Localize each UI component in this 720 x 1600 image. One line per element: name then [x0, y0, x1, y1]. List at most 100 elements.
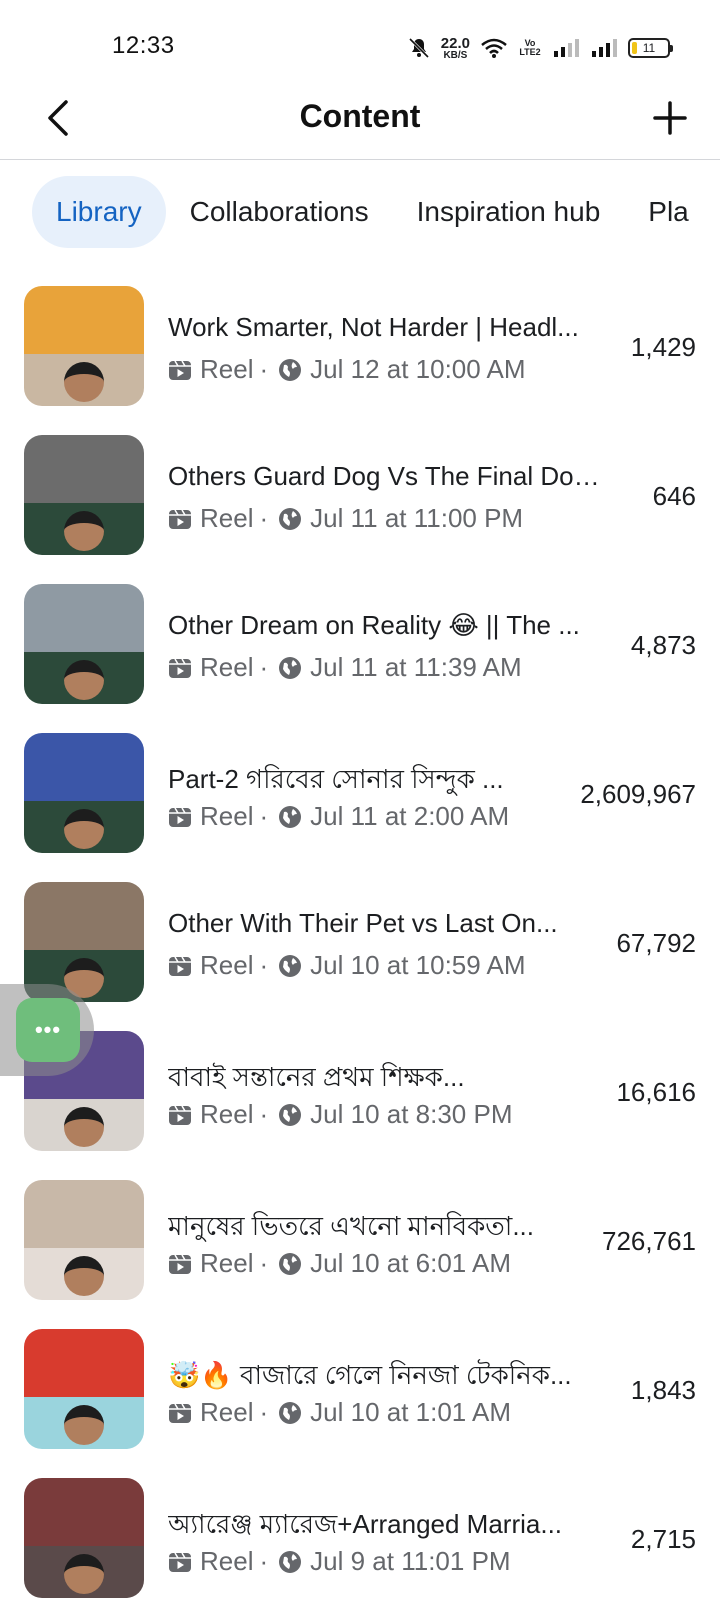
tab-library[interactable]: Library [32, 176, 166, 248]
content-meta: Reel · Jul 9 at 11:01 PM [168, 1546, 511, 1577]
content-count: 67,792 [616, 928, 696, 958]
reel-icon [169, 509, 191, 529]
content-date: Jul 11 at 11:39 AM [310, 652, 522, 682]
globe-icon [279, 1103, 302, 1126]
globe-icon [279, 1252, 302, 1275]
video-thumbnail[interactable] [24, 286, 144, 406]
content-row[interactable]: অ্যারেঞ্জ ম্যারেজ+Arranged Marria... Ree… [0, 1462, 720, 1600]
content-title: Part-2 গরিবের সোনার সিন্দুক ... [168, 764, 504, 794]
meta-separator: · [259, 801, 269, 831]
meta-separator: · [259, 1248, 269, 1278]
globe-icon [279, 358, 302, 381]
content-date: Jul 11 at 11:00 PM [310, 503, 524, 533]
content-type: Reel [200, 1099, 254, 1129]
content-date: Jul 12 at 10:00 AM [310, 354, 526, 384]
mute-bell-icon [408, 37, 429, 59]
content-title: Others Guard Dog Vs The Final Dog... [168, 461, 608, 491]
reel-icon [169, 956, 191, 976]
video-thumbnail[interactable] [24, 1180, 144, 1300]
content-type: Reel [200, 801, 254, 831]
reel-icon [169, 1403, 191, 1423]
signal-2-icon [592, 39, 617, 57]
content-meta: Reel · Jul 10 at 1:01 AM [168, 1397, 511, 1428]
reel-icon [169, 1105, 191, 1125]
net-speed: 22.0 KB/S [441, 36, 470, 61]
content-type: Reel [200, 652, 254, 682]
plus-icon [653, 101, 687, 135]
video-thumbnail[interactable] [24, 733, 144, 853]
content-row[interactable]: Work Smarter, Not Harder | Headl... Reel… [0, 270, 720, 422]
video-thumbnail[interactable] [24, 1329, 144, 1449]
content-type: Reel [200, 1397, 254, 1427]
signal-1-icon [554, 39, 579, 57]
content-row[interactable]: মানুষের ভিতরে এখনো মানবিকতা... Reel · Ju… [0, 1164, 720, 1316]
content-count: 2,715 [630, 1524, 696, 1554]
content-count: 646 [652, 481, 696, 511]
add-button[interactable] [648, 96, 692, 140]
content-type: Reel [200, 1248, 254, 1278]
battery-level: 11 [642, 41, 656, 55]
wifi-icon [481, 38, 507, 58]
content-title: অ্যারেঞ্জ ম্যারেজ+Arranged Marria... [168, 1509, 563, 1539]
content-meta: Reel · Jul 11 at 11:00 PM [168, 503, 523, 534]
content-meta: Reel · Jul 10 at 8:30 PM [168, 1099, 513, 1130]
globe-icon [279, 954, 302, 977]
content-type: Reel [200, 1546, 254, 1576]
net-speed-unit: KB/S [443, 49, 468, 61]
content-row[interactable]: 🤯🔥 বাজারে গেলে নিনজা টেকনিক... Reel · Ju… [0, 1313, 720, 1465]
content-count: 4,873 [630, 630, 696, 660]
content-date: Jul 9 at 11:01 PM [310, 1546, 511, 1576]
content-row[interactable]: Others Guard Dog Vs The Final Dog... Ree… [0, 419, 720, 571]
content-date: Jul 10 at 6:01 AM [310, 1248, 512, 1278]
content-meta: Reel · Jul 12 at 10:00 AM [168, 354, 526, 385]
reel-icon [169, 1254, 191, 1274]
globe-icon [279, 507, 302, 530]
meta-separator: · [259, 1099, 269, 1129]
reel-icon [169, 658, 191, 678]
content-row[interactable]: Other Dream on Reality 😂 || The ... Reel… [0, 568, 720, 720]
tab-collaborations[interactable]: Collaborations [166, 176, 393, 248]
content-title: Other Dream on Reality 😂 || The ... [168, 610, 580, 640]
globe-icon [279, 656, 302, 679]
meta-separator: · [259, 652, 269, 682]
content-meta: Reel · Jul 10 at 10:59 AM [168, 950, 526, 981]
globe-icon [279, 1550, 302, 1573]
content-row[interactable]: বাবাই সন্তানের প্রথম শিক্ষক... Reel · Ju… [0, 1015, 720, 1167]
content-type: Reel [200, 950, 254, 980]
content-meta: Reel · Jul 11 at 2:00 AM [168, 801, 509, 832]
tab-bar: Library Collaborations Inspiration hub P… [0, 176, 720, 248]
app-header: Content [0, 80, 720, 160]
meta-separator: · [259, 503, 269, 533]
status-icons: 22.0 KB/S Vo LTE2 11 [407, 30, 673, 66]
globe-icon [279, 1401, 302, 1424]
content-count: 726,761 [602, 1226, 696, 1256]
content-title: মানুষের ভিতরে এখনো মানবিকতা... [168, 1211, 534, 1241]
content-title: বাবাই সন্তানের প্রথম শিক্ষক... [168, 1062, 465, 1092]
tab-inspiration-hub[interactable]: Inspiration hub [393, 176, 625, 248]
net-speed-value: 22.0 [440, 34, 470, 52]
reel-icon [169, 1552, 191, 1572]
content-date: Jul 11 at 2:00 AM [310, 801, 510, 831]
battery-icon: 11 [628, 38, 673, 58]
meta-separator: · [259, 354, 269, 384]
video-thumbnail[interactable] [24, 1478, 144, 1598]
content-row[interactable]: Other With Their Pet vs Last On... Reel … [0, 866, 720, 1018]
reel-icon [169, 360, 191, 380]
meta-separator: · [259, 1397, 269, 1427]
globe-icon [279, 805, 302, 828]
status-time: 12:33 [112, 32, 175, 59]
content-title: Work Smarter, Not Harder | Headl... [168, 312, 579, 342]
content-count: 2,609,967 [580, 779, 696, 809]
content-title: 🤯🔥 বাজারে গেলে নিনজা টেকনিক... [168, 1360, 572, 1390]
content-date: Jul 10 at 8:30 PM [310, 1099, 513, 1129]
video-thumbnail[interactable] [24, 435, 144, 555]
content-type: Reel [200, 503, 254, 533]
floating-menu-button[interactable]: ••• [16, 998, 80, 1062]
video-thumbnail[interactable] [24, 584, 144, 704]
content-meta: Reel · Jul 11 at 11:39 AM [168, 652, 522, 683]
content-count: 1,843 [630, 1375, 696, 1405]
content-type: Reel [200, 354, 254, 384]
content-row[interactable]: Part-2 গরিবের সোনার সিন্দুক ... Reel · J… [0, 717, 720, 869]
tab-planner[interactable]: Pla [624, 176, 712, 248]
volte-label: Vo LTE2 [519, 38, 541, 57]
